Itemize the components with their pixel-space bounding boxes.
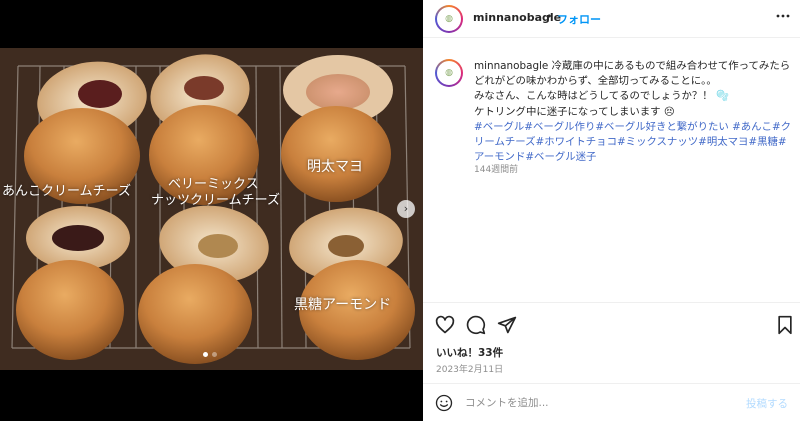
caption-line-1: 冷蔵庫の中にあるもので組み合わせて作ってみたら (551, 60, 791, 72)
hashtag[interactable]: #ベーグル作り (524, 121, 595, 133)
bagel-photo-illustration (0, 48, 423, 370)
label-kokuto-almond: 黒糖アーモンド (294, 297, 392, 313)
like-count[interactable]: いいね！33件 (436, 345, 503, 360)
hashtag[interactable]: #ベーグル好きと繋がりたい (595, 121, 728, 133)
caption-line-4: ケトリング中に迷子になってしまいます (474, 105, 661, 118)
label-mentai-mayo: 明太マヨ (307, 159, 363, 175)
label-berry-mix-line2: ナッツクリームチーズ (151, 193, 280, 208)
post-header: ◍ minnanobagle • フォロー (423, 0, 800, 38)
bookmark-icon[interactable] (775, 315, 795, 335)
carousel-dot (212, 352, 217, 357)
caption-line-3: みなさん、こんな時はどうしてるのでしょうか？！ (474, 90, 713, 103)
label-berry-mix-line1: ベリーミックス (168, 177, 259, 192)
heart-icon[interactable] (435, 315, 455, 335)
header-separator: • (546, 10, 553, 23)
worried-face-emoji-icon: 😣 (663, 105, 675, 118)
hashtag[interactable]: #ホワイトチョコ (536, 136, 617, 148)
more-horizontal-icon[interactable] (776, 9, 790, 27)
hashtag[interactable]: #ベーグル (474, 121, 524, 133)
caption-avatar[interactable]: ◍ (435, 59, 463, 87)
bagel-logo-icon: ◍ (437, 7, 461, 31)
comment-input[interactable] (465, 393, 735, 413)
bubbles-emoji-icon: 🫧 (715, 90, 729, 103)
hashtag[interactable]: #ミックスナッツ (617, 136, 698, 148)
share-icon[interactable] (497, 315, 517, 335)
action-bar (423, 302, 800, 342)
hashtag[interactable]: #あんこ (732, 121, 772, 133)
post-date: 2023年2月11日 (436, 365, 504, 375)
post-media: あんこクリームチーズ ベリーミックス ナッツクリームチーズ 明太マヨ 黒糖アーモ… (0, 0, 423, 421)
post-comment-button[interactable]: 投稿する (746, 396, 788, 411)
caption-line-2: どれがどの味かわからず、全部切ってみることに。。 (474, 75, 717, 88)
caption-time-ago: 144週間前 (474, 165, 519, 175)
caption-text: minnanobagle 冷蔵庫の中にあるもので組み合わせて作ってみたら どれが… (474, 59, 792, 165)
hashtag[interactable]: #ベーグル迷子 (525, 151, 596, 163)
hashtag-list: #ベーグル#ベーグル作り#ベーグル好きと繋がりたい #あんこ#クリームチーズ#ホ… (474, 121, 791, 163)
caption-username[interactable]: minnanobagle (474, 60, 548, 72)
bagel-photo: あんこクリームチーズ ベリーミックス ナッツクリームチーズ 明太マヨ 黒糖アーモ… (0, 48, 423, 370)
post-side-panel: ◍ minnanobagle • フォロー ◍ minnanobagle 冷蔵庫… (423, 0, 800, 421)
hashtag[interactable]: #黒糖 (748, 136, 778, 148)
comment-icon[interactable] (466, 315, 486, 335)
follow-button[interactable]: フォロー (557, 11, 601, 27)
bagel-logo-icon: ◍ (437, 61, 461, 85)
chevron-right-icon: › (403, 202, 409, 215)
caption-section: ◍ minnanobagle 冷蔵庫の中にあるもので組み合わせて作ってみたら ど… (423, 52, 800, 302)
carousel-dot-active (203, 352, 208, 357)
label-anko-cream-cheese: あんこクリームチーズ (2, 184, 131, 199)
next-slide-button[interactable]: › (397, 200, 415, 218)
avatar[interactable]: ◍ (435, 5, 463, 33)
hashtag[interactable]: #明太マヨ (698, 136, 748, 148)
comment-bar: 投稿する (423, 383, 800, 421)
smiley-icon[interactable] (435, 394, 453, 412)
